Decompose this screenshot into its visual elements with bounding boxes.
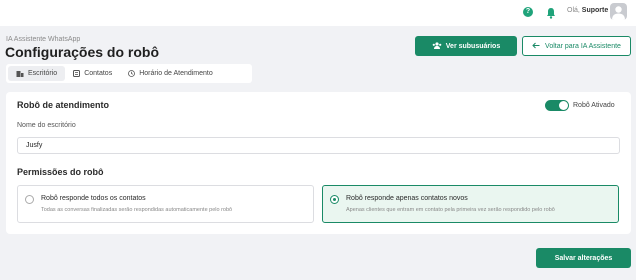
bot-section-title: Robô de atendimento (17, 100, 109, 110)
arrow-left-icon (532, 42, 540, 51)
user-name: Suporte (581, 7, 609, 14)
settings-card: Robô de atendimento Robô Ativado Nome do… (6, 92, 631, 234)
tab-business-hours[interactable]: Horário de Atendimento (120, 66, 221, 81)
view-subaccounts-label: Ver subusuários (445, 42, 501, 50)
clock-icon (128, 70, 136, 77)
help-icon[interactable]: ? (523, 7, 533, 17)
top-bar: ? Olá, Suporte (0, 0, 636, 26)
tab-contacts-label: Contatos (84, 70, 113, 77)
tab-contacts[interactable]: Contatos (65, 66, 120, 81)
tab-office-label: Escritório (28, 70, 58, 77)
option-reply-all-title: Robô responde todos os contatos (41, 195, 146, 202)
breadcrumb: IA Assistente WhatsApp (6, 36, 81, 43)
avatar[interactable] (610, 3, 627, 20)
tab-office[interactable]: Escritório (8, 66, 66, 81)
tab-business-hours-label: Horário de Atendimento (139, 70, 213, 77)
permissions-title: Permissões do robô (17, 167, 104, 177)
greeting-prefix: Olá, (567, 7, 580, 14)
office-name-input[interactable]: Jusfy (17, 137, 620, 154)
bot-enabled-label: Robô Ativado (573, 102, 615, 109)
radio-reply-new[interactable] (330, 195, 339, 204)
option-reply-all-description: Todas as conversas finalizadas serão res… (41, 207, 233, 213)
users-icon (432, 41, 442, 51)
radio-reply-all[interactable] (25, 195, 34, 204)
tab-bar: Escritório Contatos Horário de Atendimen… (6, 64, 252, 83)
office-name-label: Nome do escritório (17, 122, 76, 129)
bell-icon[interactable] (546, 6, 556, 19)
back-to-assistant-button[interactable]: Voltar para IA Assistente (522, 36, 631, 56)
option-reply-new-description: Apenas clientes que entram em contato pe… (346, 207, 555, 213)
option-reply-new-contacts[interactable]: Robô responde apenas contatos novos Apen… (322, 185, 619, 223)
toggle-knob (559, 101, 568, 110)
back-to-assistant-label: Voltar para IA Assistente (545, 42, 621, 50)
page-title: Configurações do robô (5, 44, 159, 60)
contacts-icon (73, 70, 81, 77)
save-changes-button[interactable]: Salvar alterações (536, 248, 631, 268)
option-reply-new-title: Robô responde apenas contatos novos (346, 195, 468, 202)
user-greeting: Olá, Suporte (567, 7, 608, 14)
bot-enabled-toggle[interactable] (545, 100, 569, 111)
view-subaccounts-button[interactable]: Ver subusuários (415, 36, 517, 56)
building-icon (16, 70, 24, 77)
option-reply-all-contacts[interactable]: Robô responde todos os contatos Todas as… (17, 185, 314, 223)
